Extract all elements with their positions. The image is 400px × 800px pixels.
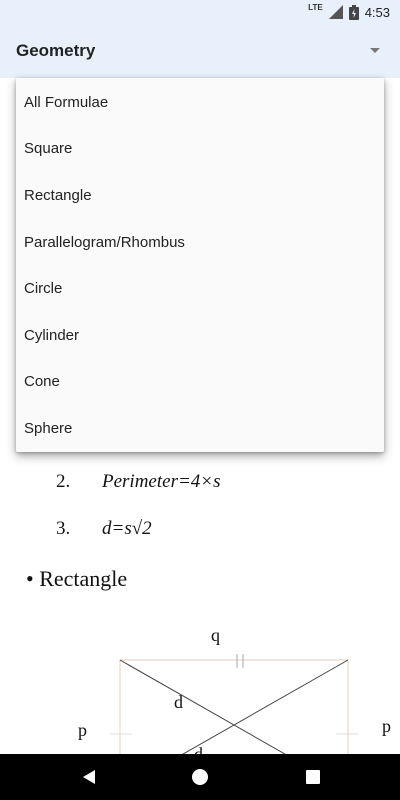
menu-item-cylinder[interactable]: Cylinder: [16, 312, 384, 359]
label-diagonal: d: [174, 692, 183, 712]
formula-number: 3.: [56, 518, 71, 539]
label-top: q: [211, 625, 220, 645]
home-icon[interactable]: [191, 768, 209, 786]
formula-expression: Perimeter=4×s: [102, 471, 221, 492]
formula-expression: d=s√2: [102, 518, 152, 539]
menu-item-sphere[interactable]: Sphere: [16, 405, 384, 452]
rectangle-diagram: q p p d d: [78, 625, 391, 754]
menu-item-parallelogram-rhombus[interactable]: Parallelogram/Rhombus: [16, 219, 384, 266]
back-icon[interactable]: [80, 768, 98, 786]
recent-apps-icon[interactable]: [304, 768, 322, 786]
label-right: p: [382, 716, 391, 736]
category-spinner-label[interactable]: Geometry: [16, 41, 95, 61]
network-type: LTE: [308, 3, 323, 12]
clock: 4:53: [364, 4, 390, 20]
category-dropdown-menu: All Formulae Square Rectangle Parallelog…: [16, 78, 384, 452]
status-icons: LTE 4:53: [308, 0, 390, 24]
diagonal-line: [119, 659, 286, 754]
menu-item-circle[interactable]: Circle: [16, 265, 384, 312]
dropdown-arrow-icon[interactable]: [370, 48, 380, 53]
diagonal-line: [182, 659, 349, 754]
signal-icon: [328, 5, 343, 19]
formula-line: 3. d=s√2: [56, 518, 152, 540]
label-left: p: [78, 720, 87, 740]
rectangle-outline: [119, 659, 349, 754]
status-bar: LTE 4:53: [0, 0, 400, 24]
system-nav-bar: [0, 754, 400, 800]
battery-icon: [348, 4, 359, 20]
app-bar: Geometry: [0, 24, 400, 78]
menu-item-rectangle[interactable]: Rectangle: [16, 172, 384, 219]
label-diagonal: d: [194, 744, 203, 754]
menu-item-all-formulae[interactable]: All Formulae: [16, 79, 384, 126]
section-heading: • Rectangle: [26, 566, 128, 591]
menu-item-cone[interactable]: Cone: [16, 359, 384, 406]
formula-line: 2. Perimeter=4×s: [56, 471, 221, 493]
formula-number: 2.: [56, 471, 71, 492]
menu-item-square[interactable]: Square: [16, 126, 384, 173]
